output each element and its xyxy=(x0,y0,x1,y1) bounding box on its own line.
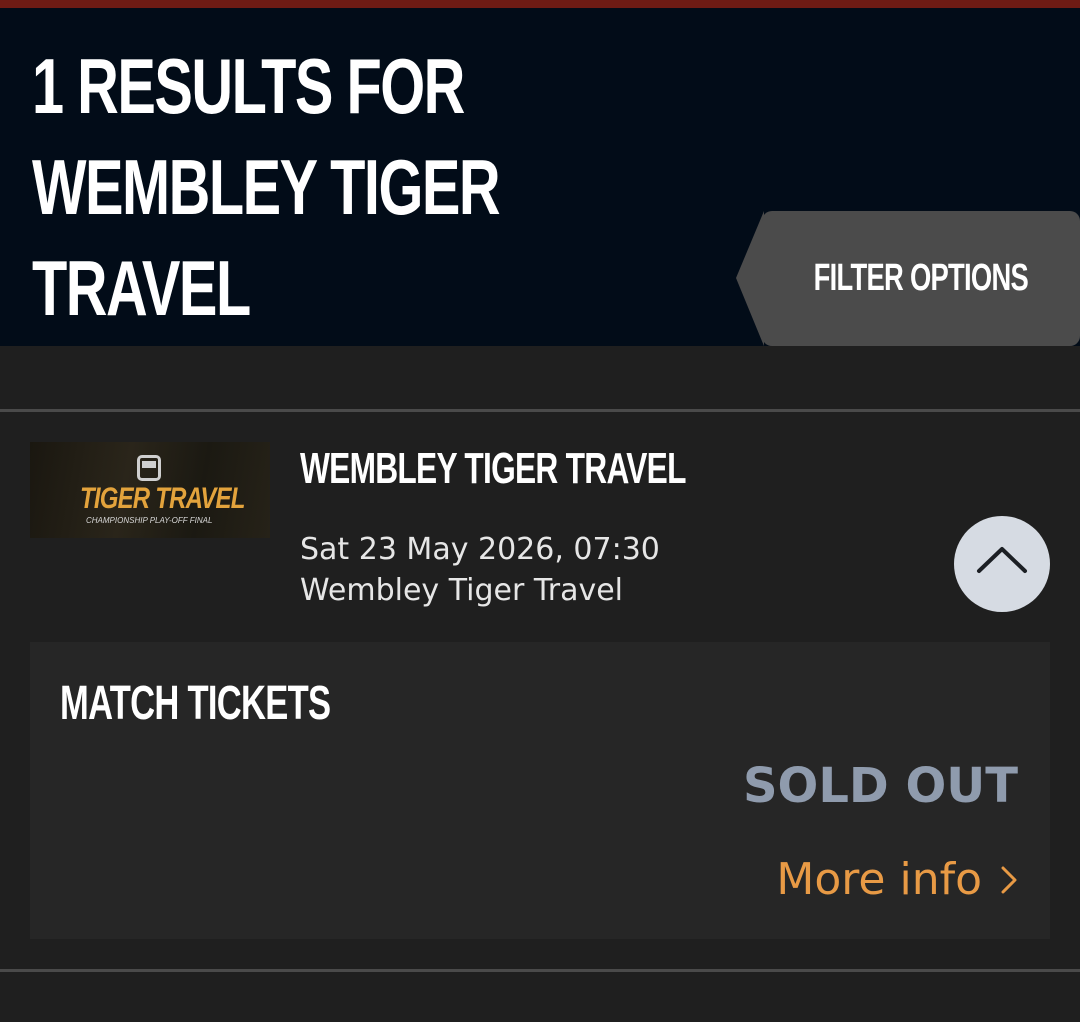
more-info-link[interactable]: More info xyxy=(776,854,1018,905)
collapse-event-button[interactable] xyxy=(954,516,1050,612)
results-title: 1 RESULTS FOR WEMBLEY TIGER TRAVEL xyxy=(32,36,501,339)
thumbnail-title: TIGER TRAVEL xyxy=(80,482,245,515)
filter-options-button[interactable]: FILTER OPTIONS xyxy=(762,211,1080,346)
filter-options-arrow[interactable] xyxy=(736,211,764,346)
divider-top xyxy=(0,409,1080,412)
bus-icon xyxy=(137,455,161,481)
divider-bottom xyxy=(0,969,1080,972)
results-title-line: 1 RESULTS FOR xyxy=(32,42,465,130)
results-title-line: WEMBLEY TIGER xyxy=(32,143,501,231)
chevron-up-icon xyxy=(977,547,1027,573)
sold-out-status: SOLD OUT xyxy=(742,758,1018,814)
event-venue: Wembley Tiger Travel xyxy=(300,573,623,608)
filter-options-label: FILTER OPTIONS xyxy=(813,257,1029,299)
match-tickets-panel: MATCH TICKETS SOLD OUT More info xyxy=(30,642,1050,939)
event-thumbnail[interactable]: TIGER TRAVEL CHAMPIONSHIP PLAY-OFF FINAL xyxy=(30,442,270,538)
more-info-label: More info xyxy=(776,854,982,905)
match-tickets-heading: MATCH TICKETS xyxy=(60,677,331,730)
event-date: Sat 23 May 2026, 07:30 xyxy=(300,532,660,567)
event-title[interactable]: WEMBLEY TIGER TRAVEL xyxy=(300,444,686,494)
top-accent-strip xyxy=(0,0,1080,8)
chevron-right-icon xyxy=(1001,866,1017,893)
thumbnail-subtitle: CHAMPIONSHIP PLAY-OFF FINAL xyxy=(86,516,213,525)
results-title-line: TRAVEL xyxy=(32,244,251,332)
